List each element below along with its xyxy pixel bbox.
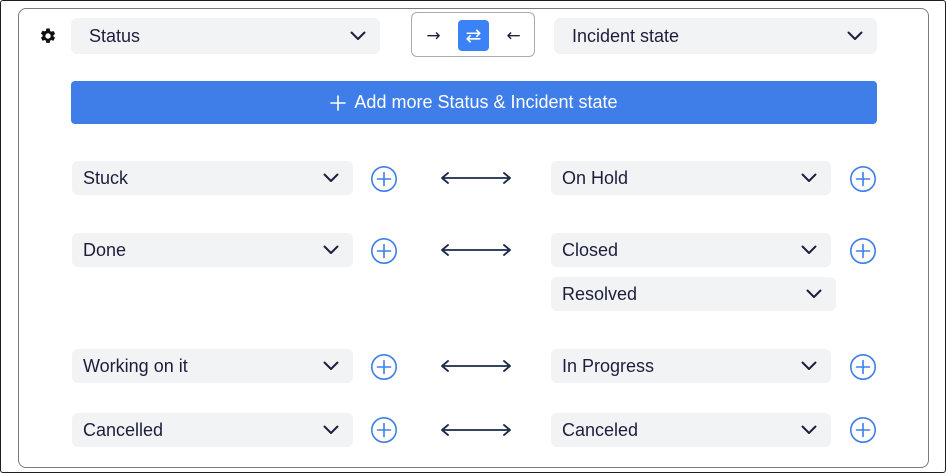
left-value-label: Done xyxy=(83,239,127,260)
direction-right-button[interactable]: → xyxy=(418,20,449,51)
double-arrow-icon xyxy=(440,172,512,184)
chevron-down-icon xyxy=(847,31,863,41)
double-arrow-icon xyxy=(440,360,512,372)
left-value-label: Working on it xyxy=(83,355,188,376)
left-value-select[interactable]: Working on it xyxy=(72,349,353,383)
plus-circle-icon[interactable] xyxy=(849,353,877,381)
chevron-down-icon xyxy=(801,173,817,183)
chevron-down-icon xyxy=(323,245,339,255)
right-value-select[interactable]: On Hold xyxy=(551,161,831,195)
left-value-label: Cancelled xyxy=(83,419,164,440)
right-value-label: In Progress xyxy=(562,355,655,376)
left-value-select[interactable]: Cancelled xyxy=(72,413,353,447)
chevron-down-icon xyxy=(323,173,339,183)
direction-left-button[interactable]: ← xyxy=(498,20,529,51)
source-field-label: Status xyxy=(89,25,141,46)
chevron-down-icon xyxy=(801,425,817,435)
add-mapping-label: Add more Status & Incident state xyxy=(354,92,618,112)
chevron-down-icon xyxy=(801,361,817,371)
plus-circle-icon[interactable] xyxy=(849,237,877,265)
left-value-select[interactable]: Stuck xyxy=(72,161,353,195)
arrow-left-icon: ← xyxy=(506,25,521,46)
swap-arrows-icon: ⇄ xyxy=(465,24,482,47)
plus-circle-icon[interactable] xyxy=(849,416,877,444)
chevron-down-icon xyxy=(350,31,366,41)
right-value-label: Canceled xyxy=(562,419,639,440)
chevron-down-icon xyxy=(323,425,339,435)
plus-icon xyxy=(330,94,347,111)
gear-icon[interactable] xyxy=(39,27,57,45)
chevron-down-icon xyxy=(801,245,817,255)
source-field-select[interactable]: Status xyxy=(71,18,380,54)
chevron-down-icon xyxy=(323,361,339,371)
plus-circle-icon[interactable] xyxy=(370,237,398,265)
right-value-label: Resolved xyxy=(562,283,638,304)
right-value-select[interactable]: Resolved xyxy=(551,277,836,311)
add-mapping-button[interactable]: Add more Status & Incident state xyxy=(71,81,877,124)
plus-circle-icon[interactable] xyxy=(370,353,398,381)
right-value-select[interactable]: Canceled xyxy=(551,413,831,447)
plus-circle-icon[interactable] xyxy=(370,416,398,444)
double-arrow-icon xyxy=(440,424,512,436)
right-value-label: Closed xyxy=(562,239,619,260)
right-value-select[interactable]: In Progress xyxy=(551,349,831,383)
sync-direction-group: → ⇄ ← xyxy=(411,12,535,57)
double-arrow-icon xyxy=(440,244,512,256)
target-field-select[interactable]: Incident state xyxy=(554,18,877,54)
chevron-down-icon xyxy=(806,289,822,299)
right-value-label: On Hold xyxy=(562,167,629,188)
plus-circle-icon[interactable] xyxy=(849,165,877,193)
arrow-right-icon: → xyxy=(426,25,441,46)
direction-both-button[interactable]: ⇄ xyxy=(458,20,489,51)
left-value-label: Stuck xyxy=(83,167,129,188)
target-field-label: Incident state xyxy=(572,25,680,46)
right-value-select[interactable]: Closed xyxy=(551,233,831,267)
left-value-select[interactable]: Done xyxy=(72,233,353,267)
plus-circle-icon[interactable] xyxy=(370,165,398,193)
